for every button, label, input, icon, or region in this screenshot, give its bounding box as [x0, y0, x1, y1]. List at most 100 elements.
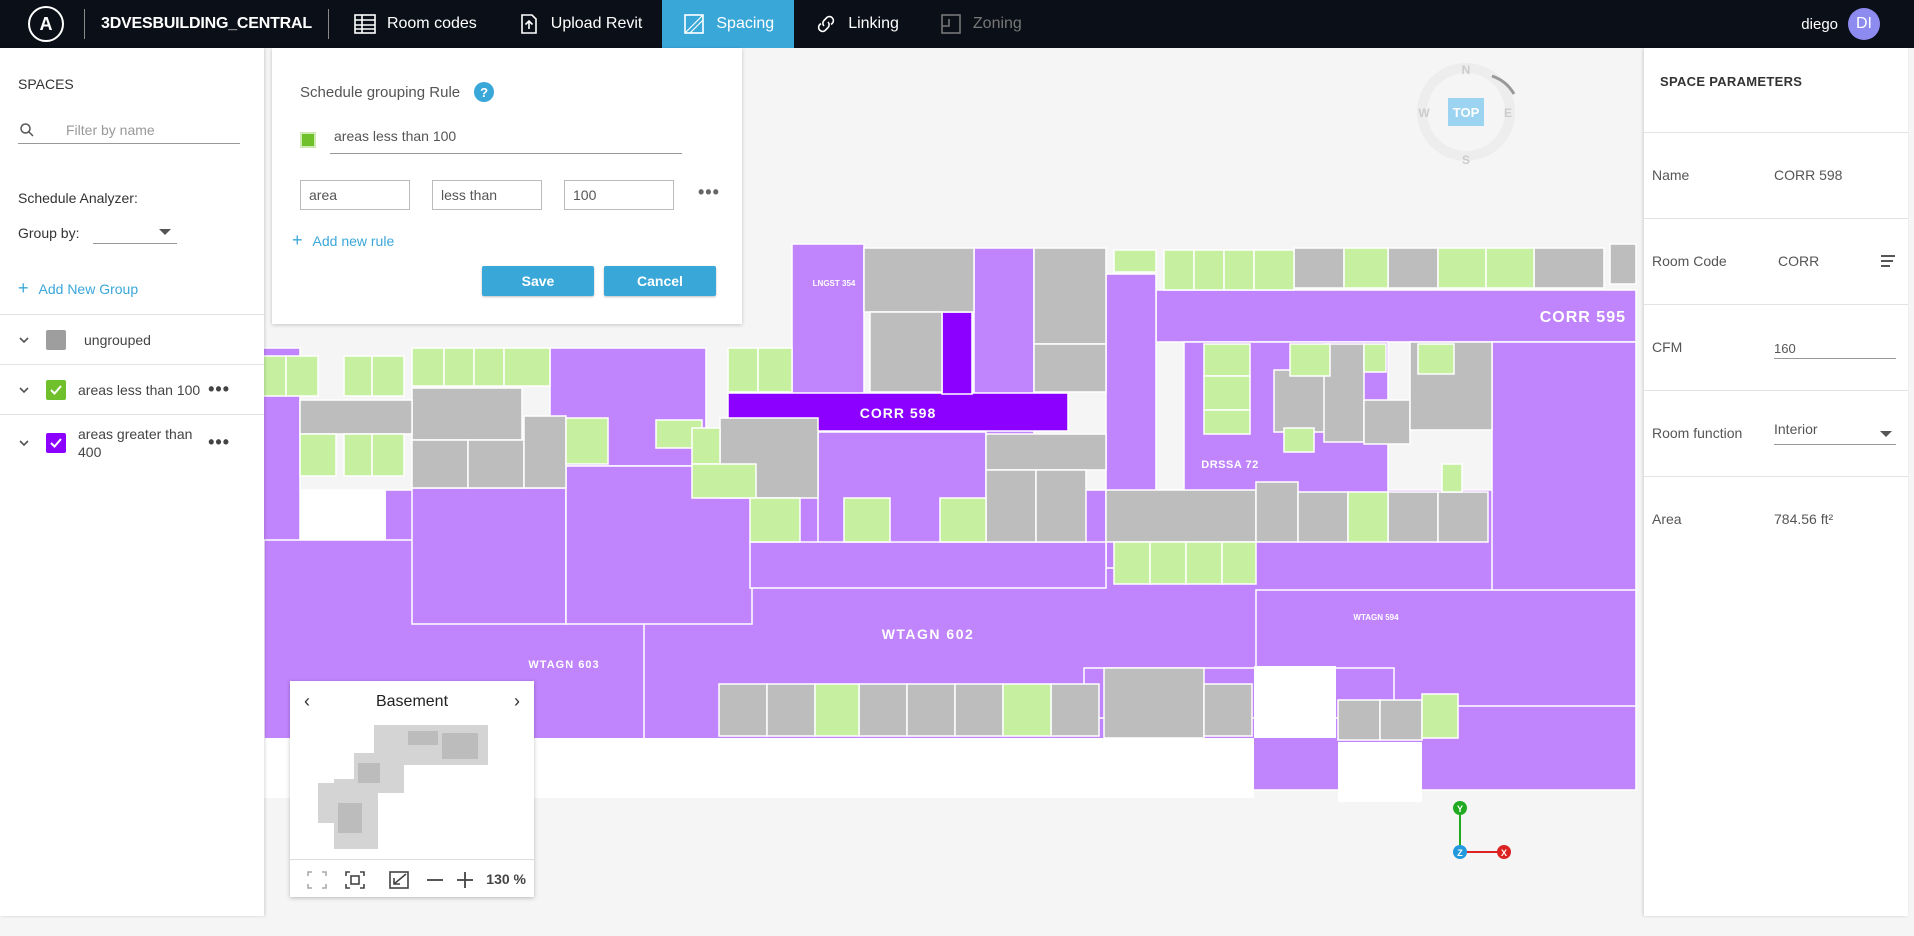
- group-by-select[interactable]: [93, 222, 178, 244]
- room-green[interactable]: [371, 355, 405, 397]
- rule-field-input[interactable]: area: [300, 180, 410, 210]
- zoom-in-icon[interactable]: [454, 870, 476, 890]
- room-green[interactable]: [691, 427, 721, 465]
- room-green[interactable]: [814, 683, 860, 737]
- room-green[interactable]: [285, 355, 319, 397]
- room-gray[interactable]: [718, 683, 768, 737]
- room-gray[interactable]: [985, 469, 1037, 543]
- camera-view-icon[interactable]: [344, 870, 366, 890]
- room-gray[interactable]: [1033, 247, 1107, 345]
- more-options-icon[interactable]: •••: [698, 182, 720, 203]
- room-green[interactable]: [565, 417, 609, 465]
- view-compass[interactable]: TOP N S E W: [1417, 63, 1516, 167]
- collapse-icon[interactable]: [388, 870, 410, 890]
- chevron-down-icon[interactable]: [18, 384, 30, 396]
- add-new-group-button[interactable]: + Add New Group: [18, 278, 138, 299]
- room-gray[interactable]: [1033, 343, 1107, 393]
- minimap-thumbnail[interactable]: [318, 723, 502, 851]
- room-gray[interactable]: [1533, 247, 1605, 289]
- compass-e[interactable]: E: [1504, 106, 1512, 120]
- compass-w[interactable]: W: [1418, 106, 1430, 120]
- room-gray[interactable]: [906, 683, 956, 737]
- project-name[interactable]: 3DVESBUILDING_CENTRAL: [101, 15, 312, 33]
- tab-zoning[interactable]: Zoning: [919, 0, 1042, 48]
- group-checkbox[interactable]: [46, 432, 66, 453]
- rule-color-swatch[interactable]: [300, 132, 316, 148]
- room-green[interactable]: [1253, 249, 1295, 291]
- room-gray[interactable]: [985, 433, 1107, 471]
- group-checkbox[interactable]: [46, 379, 66, 400]
- room-green[interactable]: [1149, 541, 1187, 585]
- room-green[interactable]: [1485, 247, 1535, 289]
- room-green[interactable]: [1002, 683, 1052, 737]
- room-corr-598-selected[interactable]: [941, 311, 973, 395]
- room-gray[interactable]: [523, 415, 567, 489]
- room-function-select[interactable]: Interior: [1774, 421, 1896, 445]
- room-green[interactable]: [1289, 343, 1331, 377]
- app-logo[interactable]: A: [28, 6, 64, 42]
- room-green[interactable]: [443, 347, 475, 387]
- room-gray[interactable]: [411, 387, 523, 441]
- group-color-swatch[interactable]: [46, 329, 66, 350]
- add-new-rule-button[interactable]: + Add new rule: [292, 230, 394, 251]
- room-gray[interactable]: [1363, 399, 1411, 445]
- zoom-out-icon[interactable]: [424, 870, 446, 890]
- room-green[interactable]: [259, 355, 287, 397]
- room-gray[interactable]: [1387, 491, 1439, 543]
- room-green[interactable]: [473, 347, 505, 387]
- cfm-input[interactable]: 160: [1774, 337, 1896, 359]
- room-green[interactable]: [843, 497, 891, 543]
- room-green[interactable]: [1223, 249, 1255, 291]
- room-green[interactable]: [343, 355, 373, 397]
- room-green[interactable]: [1113, 249, 1157, 273]
- room-green[interactable]: [1283, 427, 1315, 453]
- room-green[interactable]: [1437, 247, 1487, 289]
- room-gray[interactable]: [1437, 491, 1489, 543]
- room-gray[interactable]: [1387, 247, 1439, 289]
- room-green[interactable]: [1203, 375, 1251, 411]
- search-input[interactable]: [66, 121, 226, 138]
- room-green[interactable]: [371, 433, 405, 477]
- room-green[interactable]: [1441, 463, 1463, 493]
- room-green[interactable]: [1421, 693, 1459, 739]
- group-row-greater-than-400[interactable]: areas greater than 400 •••: [0, 414, 264, 470]
- chevron-down-icon[interactable]: [18, 334, 30, 346]
- room-green[interactable]: [1343, 247, 1389, 289]
- tab-upload-revit[interactable]: Upload Revit: [497, 0, 663, 48]
- room-gray[interactable]: [1050, 683, 1100, 737]
- avatar[interactable]: DI: [1848, 8, 1880, 40]
- compass-n[interactable]: N: [1462, 63, 1471, 77]
- room-green[interactable]: [411, 347, 445, 387]
- room-gray[interactable]: [1379, 699, 1423, 741]
- room-green[interactable]: [691, 463, 757, 499]
- room-gray[interactable]: [954, 683, 1004, 737]
- save-button[interactable]: Save: [482, 266, 594, 296]
- room-green[interactable]: [727, 347, 759, 393]
- chevron-down-icon[interactable]: [18, 437, 30, 449]
- room-gray[interactable]: [1293, 247, 1345, 289]
- room-gray[interactable]: [766, 683, 816, 737]
- group-row-ungrouped[interactable]: ungrouped: [0, 314, 264, 364]
- room-green[interactable]: [757, 347, 793, 393]
- compass-s[interactable]: S: [1462, 153, 1470, 167]
- rule-value-input[interactable]: 100: [564, 180, 674, 210]
- room-green[interactable]: [1163, 249, 1195, 291]
- room-green[interactable]: [1417, 343, 1455, 375]
- user-menu[interactable]: diego DI: [1801, 8, 1880, 40]
- room-gray[interactable]: [299, 399, 413, 435]
- room-green[interactable]: [1113, 541, 1151, 585]
- cancel-button[interactable]: Cancel: [604, 266, 716, 296]
- room-green[interactable]: [343, 433, 373, 477]
- room-gray[interactable]: [858, 683, 908, 737]
- room-green[interactable]: [1193, 249, 1225, 291]
- room-green[interactable]: [1347, 491, 1389, 543]
- fit-view-icon[interactable]: [306, 870, 328, 890]
- more-options-icon[interactable]: •••: [208, 379, 230, 400]
- room-gray[interactable]: [1203, 683, 1253, 737]
- room-green[interactable]: [939, 497, 987, 543]
- tab-spacing[interactable]: Spacing: [662, 0, 795, 48]
- room-gray[interactable]: [411, 439, 469, 489]
- room-green[interactable]: [1203, 409, 1251, 435]
- help-icon[interactable]: ?: [474, 82, 495, 102]
- tab-linking[interactable]: Linking: [794, 0, 919, 48]
